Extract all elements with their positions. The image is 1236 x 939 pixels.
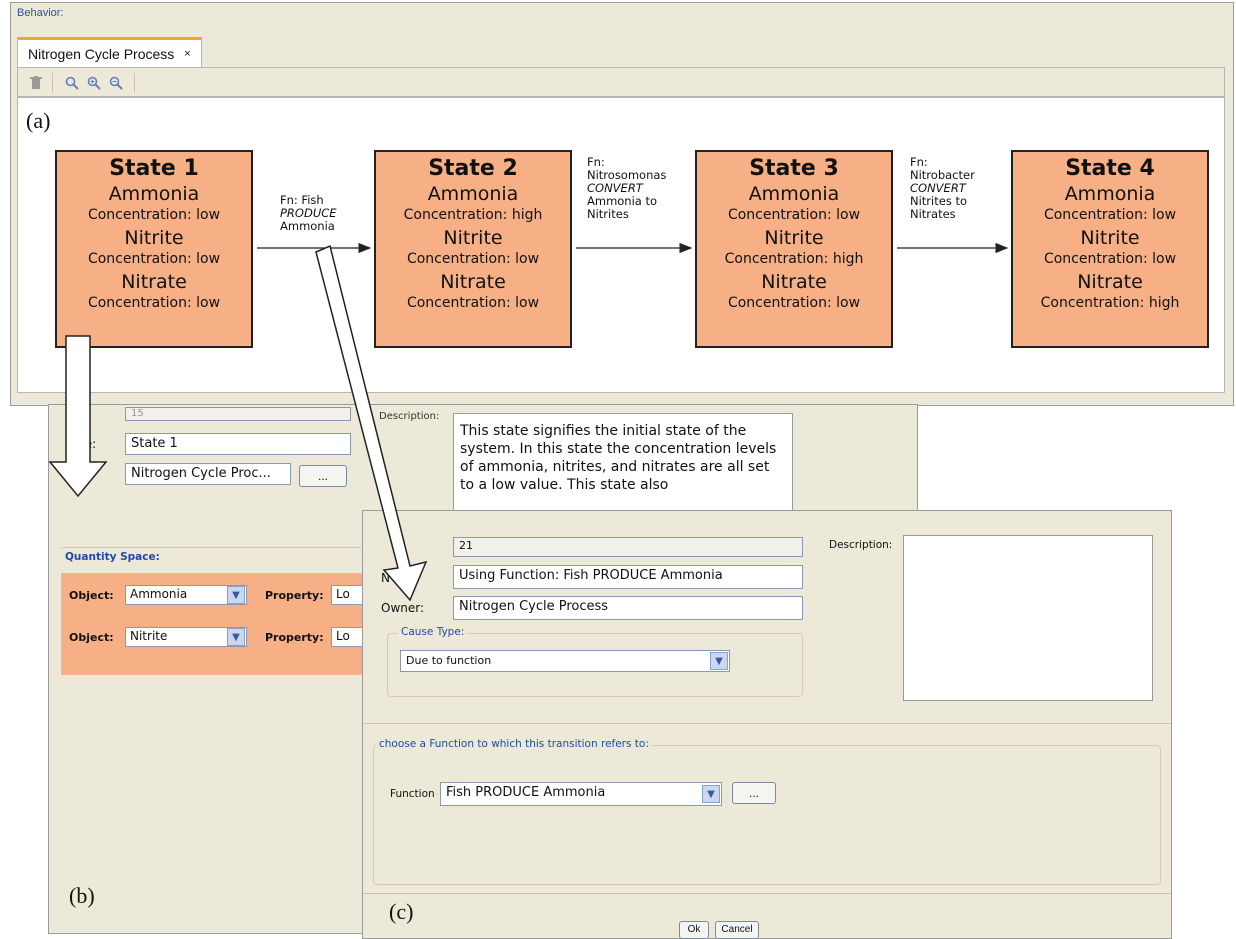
owner-browse-button[interactable]: ... [299,465,347,487]
tab-label: Nitrogen Cycle Process [28,45,175,62]
object-select-value: Ammonia [130,587,188,601]
object-label: Object: [69,631,114,644]
toolbar-divider [134,73,135,93]
toolbar [17,67,1225,97]
zoom-in-icon[interactable] [84,74,104,92]
owner-label: Owner: [381,601,425,615]
function-browse-button[interactable]: ... [732,782,776,804]
function-group: choose a Function to which this transiti… [373,738,1161,885]
owner-label: er: [73,467,90,481]
transition-name-field[interactable]: Using Function: Fish PRODUCE Ammonia [453,565,803,589]
description-label: Description: [829,539,893,551]
name-label: N [381,571,390,585]
quantity-space-label: Quantity Space: [65,551,160,563]
figure-label-b: (b) [69,883,95,908]
transition-label-3[interactable]: Fn: Nitrobacter CONVERT Nitrites to Nitr… [910,156,975,221]
trash-icon[interactable] [26,74,46,92]
state-name-field[interactable]: State 1 [125,433,351,455]
tab-close-icon[interactable]: × [184,48,190,60]
function-label: Function [390,788,435,800]
behavior-panel: Behavior: Nitrogen Cycle Process × (a) S… [10,2,1234,406]
tab-nitrogen-cycle-process[interactable]: Nitrogen Cycle Process × [17,37,202,67]
cancel-button[interactable]: Cancel [715,921,759,939]
transition-id-field: 21 [453,537,803,557]
object-select-ammonia[interactable]: Ammonia ▼ [125,585,247,605]
chevron-down-icon[interactable]: ▼ [702,785,720,803]
transition-editor-panel: 21 N Using Function: Fish PRODUCE Ammoni… [362,510,1172,939]
state-id-field: 15 [125,407,351,421]
chevron-down-icon[interactable]: ▼ [710,652,728,670]
cause-type-group: Cause Type: Due to function ▼ [387,626,803,697]
transition-label-2[interactable]: Fn: Nitrosomonas CONVERT Ammonia to Nitr… [587,156,666,221]
function-group-legend: choose a Function to which this transiti… [376,738,652,750]
behavior-canvas[interactable]: (a) State 1 Ammonia Concentration: low N… [17,97,1225,393]
quantity-space-area: Object: Ammonia ▼ Property: Lo Object: N… [61,573,367,675]
zoom-icon[interactable] [62,74,82,92]
owner-field[interactable]: Nitrogen Cycle Proc... [125,463,291,485]
divider [363,723,1171,724]
description-textarea[interactable] [903,535,1153,701]
object-label: Object: [69,589,114,602]
property-label: Property: [265,589,324,602]
description-text: This state signifies the initial state o… [460,423,777,493]
transition-arrows [257,242,1009,254]
transition-owner-field[interactable]: Nitrogen Cycle Process [453,596,803,620]
object-select-value: Nitrite [130,629,168,643]
transition-line: Nitrates [910,207,956,221]
divider [61,547,361,548]
cause-type-value: Due to function [406,654,492,667]
transition-line: Nitrites [587,207,629,221]
transition-label-1[interactable]: Fn: Fish PRODUCE Ammonia [280,194,337,233]
object-select-nitrite[interactable]: Nitrite ▼ [125,627,247,647]
property-label: Property: [265,631,324,644]
ok-button[interactable]: Ok [679,921,709,939]
cause-type-select[interactable]: Due to function ▼ [400,650,730,672]
description-textarea[interactable]: This state signifies the initial state o… [453,413,793,513]
divider [363,893,1171,894]
chevron-down-icon[interactable]: ▼ [227,586,245,604]
chevron-down-icon[interactable]: ▼ [227,628,245,646]
name-label: me: [73,437,97,451]
function-select-value: Fish PRODUCE Ammonia [446,785,606,800]
zoom-out-icon[interactable] [106,74,126,92]
figure-label-c: (c) [389,899,414,924]
description-label: Description: [379,411,440,422]
function-select[interactable]: Fish PRODUCE Ammonia ▼ [440,782,722,806]
cause-type-legend: Cause Type: [398,626,468,638]
transition-line: Ammonia [280,219,335,233]
toolbar-divider [52,73,53,93]
behavior-label: Behavior: [17,7,64,19]
